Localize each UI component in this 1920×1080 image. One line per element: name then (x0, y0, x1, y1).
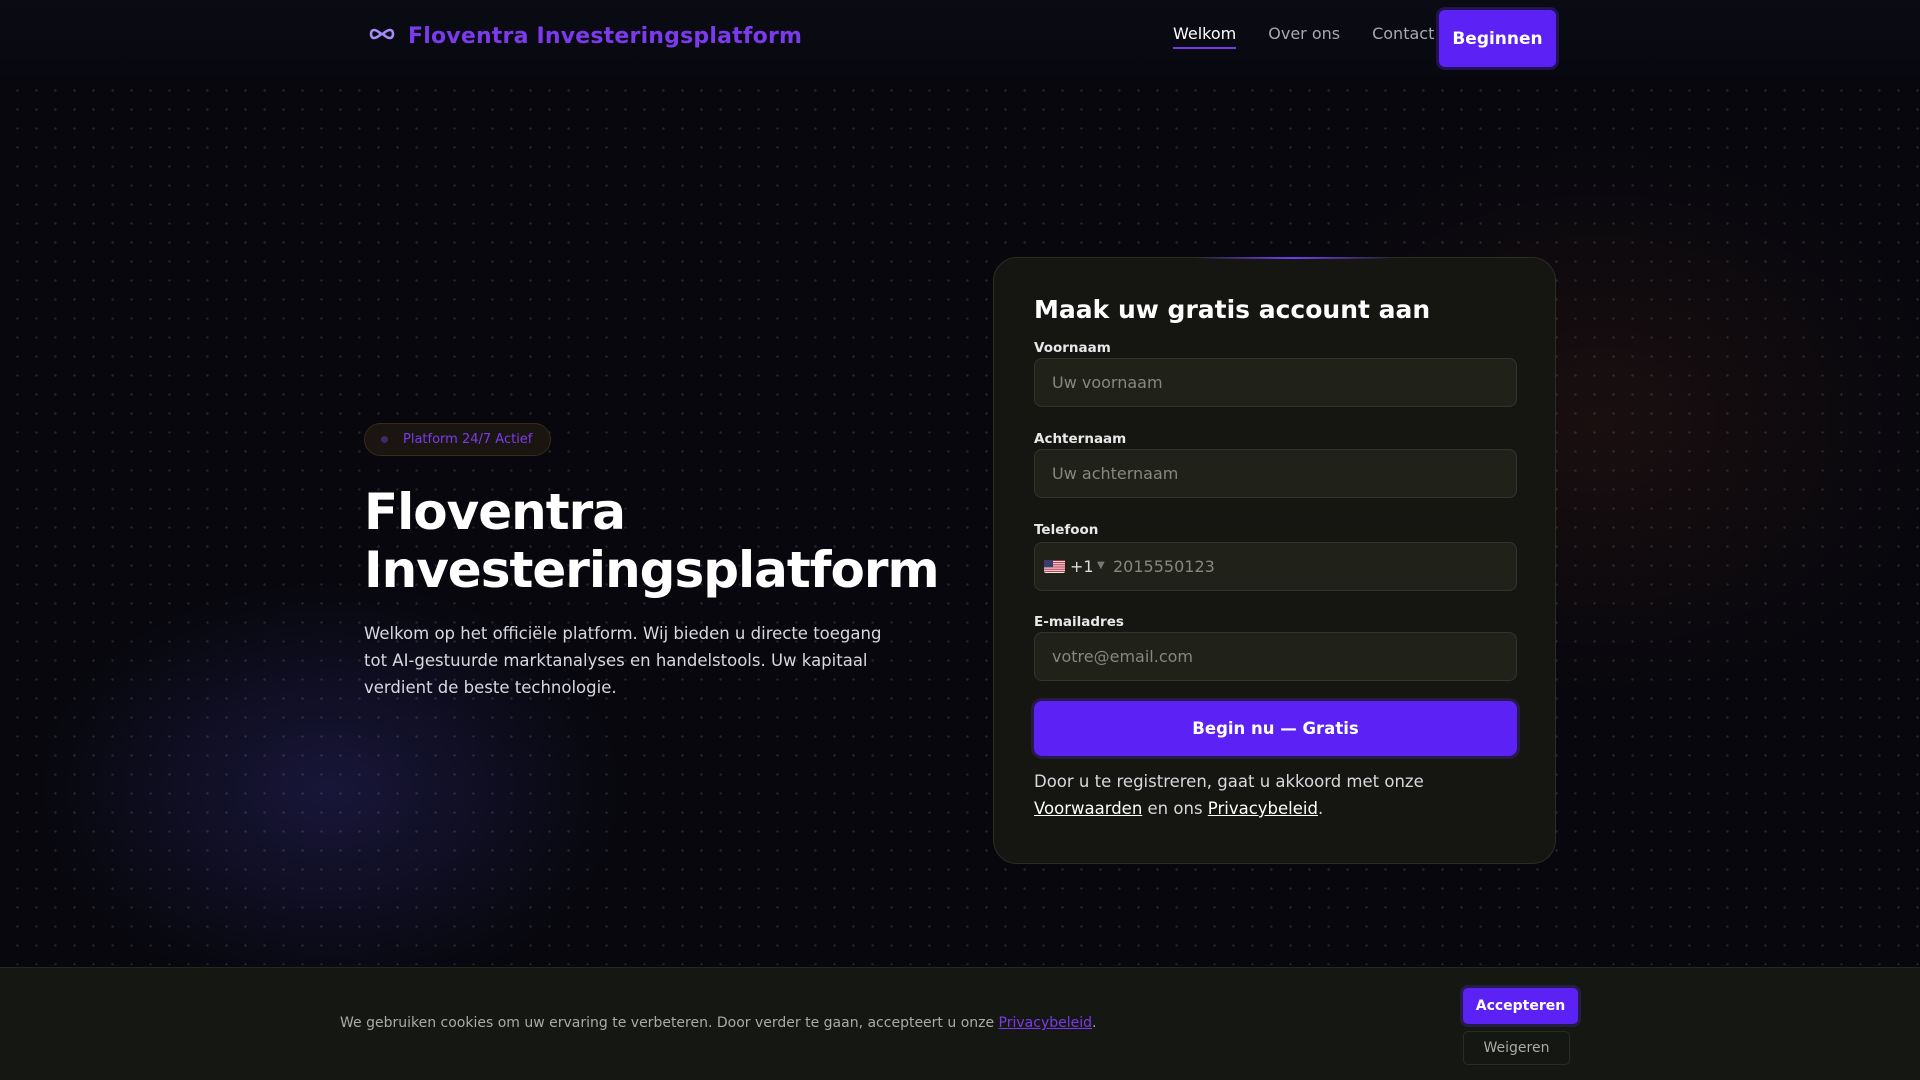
email-input[interactable] (1034, 632, 1517, 681)
beginnen-button[interactable]: Beginnen (1439, 10, 1556, 67)
hero-title-line2: Investeringsplatform (364, 541, 940, 599)
main-nav: Welkom Over ons Contact (1173, 24, 1434, 49)
cookie-banner: We gebruiken cookies om uw ervaring te v… (0, 967, 1920, 1080)
legal-text: Door u te registreren, gaat u akkoord me… (1034, 768, 1517, 822)
phone-input[interactable] (1105, 543, 1515, 590)
legal-suffix: . (1317, 799, 1324, 818)
accept-cookies-button[interactable]: Accepteren (1463, 988, 1578, 1024)
dotted-background (0, 75, 1920, 965)
nav-welkom[interactable]: Welkom (1173, 24, 1237, 49)
nav-over-ons[interactable]: Over ons (1268, 24, 1340, 49)
infinity-loop-icon (368, 20, 396, 52)
terms-link[interactable]: Voorwaarden (1034, 799, 1142, 818)
form-title: Maak uw gratis account aan (1034, 295, 1431, 324)
legal-prefix: Door u te registreren, gaat u akkoord me… (1034, 772, 1424, 791)
site-header: Floventra Investeringsplatform Welkom Ov… (0, 0, 1920, 75)
chevron-down-icon[interactable]: ▼ (1097, 560, 1105, 571)
country-code[interactable]: +1 (1070, 557, 1094, 576)
legal-middle: en ons (1147, 799, 1203, 818)
first-name-label: Voornaam (1034, 340, 1111, 356)
last-name-label: Achternaam (1034, 431, 1127, 447)
last-name-input[interactable] (1034, 449, 1517, 498)
us-flag-icon[interactable] (1044, 559, 1065, 573)
brand[interactable]: Floventra Investeringsplatform (368, 20, 802, 52)
status-badge: Platform 24/7 Actief (364, 423, 552, 456)
email-label: E-mailadres (1034, 614, 1124, 630)
cookie-message: We gebruiken cookies om uw ervaring te v… (340, 1015, 995, 1031)
phone-field: +1 ▼ (1034, 542, 1517, 591)
status-badge-label: Platform 24/7 Actief (403, 432, 533, 447)
first-name-input[interactable] (1034, 358, 1517, 407)
hero-description: Welkom op het officiële platform. Wij bi… (364, 624, 882, 697)
cookie-text: We gebruiken cookies om uw ervaring te v… (340, 1015, 1096, 1031)
status-dot-icon (381, 436, 388, 443)
cookie-privacy-link[interactable]: Privacybeleid (999, 1015, 1092, 1031)
hero-title: Floventra Investeringsplatform (364, 483, 940, 599)
hero-title-line1: Floventra (364, 483, 626, 541)
decline-cookies-button[interactable]: Weigeren (1463, 1031, 1570, 1065)
privacy-link[interactable]: Privacybeleid (1208, 799, 1318, 818)
brand-name: Floventra Investeringsplatform (408, 23, 803, 49)
cookie-suffix: . (1092, 1015, 1097, 1031)
signup-form: Maak uw gratis account aan Voornaam Acht… (993, 257, 1556, 864)
phone-label: Telefoon (1034, 522, 1099, 538)
submit-button[interactable]: Begin nu — Gratis (1034, 701, 1517, 756)
card-accent-line (1194, 257, 1394, 259)
nav-contact[interactable]: Contact (1372, 24, 1434, 49)
